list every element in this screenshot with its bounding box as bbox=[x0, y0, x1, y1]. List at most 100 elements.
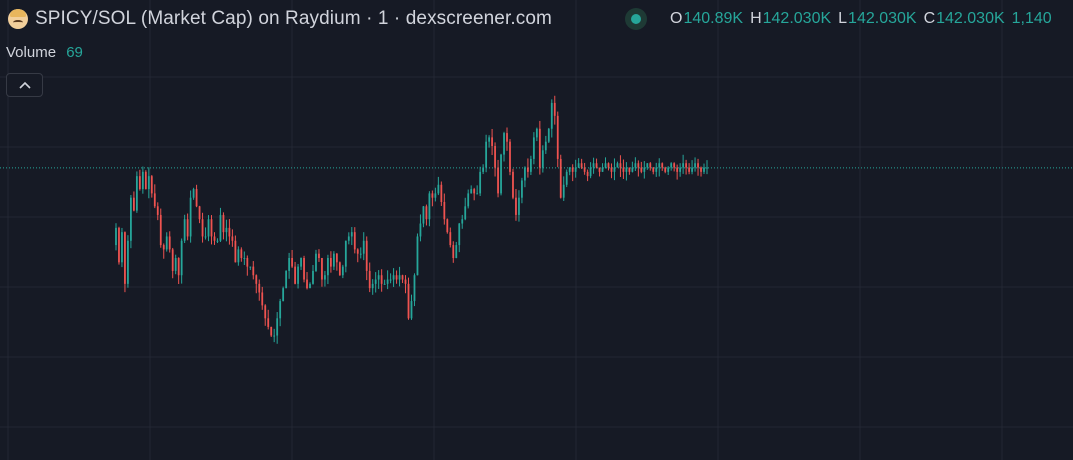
candle-body bbox=[631, 167, 634, 172]
candle-body bbox=[312, 270, 314, 284]
candle-body bbox=[595, 163, 598, 168]
candle-body bbox=[673, 163, 676, 168]
candle-body bbox=[667, 167, 670, 172]
candle-body bbox=[661, 163, 664, 168]
candle-body bbox=[601, 167, 604, 172]
candle-body bbox=[344, 240, 347, 267]
volume-value: 69 bbox=[66, 44, 83, 61]
candle-body bbox=[461, 219, 464, 224]
candle-body bbox=[132, 197, 135, 211]
candle-body bbox=[494, 146, 496, 168]
candle-body bbox=[177, 258, 180, 276]
candle-body bbox=[685, 163, 688, 168]
candle-body bbox=[434, 193, 437, 198]
candle-body bbox=[374, 279, 377, 284]
candle-body bbox=[219, 214, 222, 241]
candle-body bbox=[524, 167, 526, 181]
candle-body bbox=[592, 163, 595, 168]
candle-body bbox=[506, 133, 508, 142]
candle-body bbox=[180, 240, 183, 276]
candle-body bbox=[329, 258, 332, 267]
candle-body bbox=[347, 236, 350, 241]
candle-body bbox=[470, 189, 473, 194]
candle-body bbox=[407, 283, 410, 319]
extra-value: 1,140 bbox=[1011, 10, 1052, 27]
candle-body bbox=[350, 232, 353, 237]
candle-body bbox=[225, 227, 228, 233]
candle-body bbox=[141, 171, 144, 190]
candle-body bbox=[652, 167, 655, 172]
candle-body bbox=[431, 193, 434, 198]
candle-body bbox=[547, 128, 550, 142]
candle-body bbox=[413, 275, 416, 302]
candle-body bbox=[130, 197, 132, 241]
candle-body bbox=[464, 206, 467, 220]
candle-body bbox=[147, 176, 150, 190]
close-value: 142.030K bbox=[936, 10, 1005, 27]
candle-body bbox=[288, 258, 291, 271]
candle-body bbox=[655, 167, 658, 172]
candle-body bbox=[252, 266, 255, 276]
candle-body bbox=[634, 163, 637, 168]
candle-body bbox=[613, 167, 616, 172]
candle-body bbox=[556, 115, 559, 159]
price-chart[interactable] bbox=[0, 0, 1073, 460]
candle-body bbox=[135, 176, 138, 211]
candle-body bbox=[607, 163, 610, 168]
candle-body bbox=[455, 245, 458, 258]
candle-body bbox=[544, 141, 547, 151]
candle-body bbox=[682, 163, 685, 168]
candle-body bbox=[386, 279, 389, 284]
candle-body bbox=[404, 279, 407, 284]
candle-body bbox=[270, 326, 273, 336]
chart-header: SPICY/SOL (Market Cap) on Raydium · 1 · … bbox=[8, 6, 552, 32]
candle-body bbox=[643, 167, 646, 172]
candle-body bbox=[679, 167, 682, 172]
collapse-legend-button[interactable] bbox=[6, 73, 43, 97]
candle-body bbox=[121, 232, 123, 263]
chevron-up-icon bbox=[18, 81, 31, 89]
candle-body bbox=[195, 189, 198, 207]
candle-body bbox=[476, 193, 479, 195]
candle-body bbox=[440, 184, 443, 202]
candle-body bbox=[198, 206, 201, 220]
candle-body bbox=[485, 141, 488, 168]
candle-body bbox=[234, 240, 237, 263]
candle-body bbox=[559, 158, 562, 198]
candle-body bbox=[422, 206, 425, 224]
candle-body bbox=[568, 167, 571, 172]
candle-body bbox=[395, 275, 398, 280]
candle-body bbox=[416, 236, 419, 276]
candle-body bbox=[153, 193, 156, 207]
candle-body bbox=[488, 137, 491, 142]
candle-body bbox=[646, 163, 649, 168]
candle-body bbox=[279, 301, 282, 319]
candle-body bbox=[500, 154, 502, 194]
candle-body bbox=[458, 223, 461, 246]
candle-body bbox=[297, 266, 299, 284]
high-value: 142.030K bbox=[762, 10, 832, 27]
candle-body bbox=[240, 249, 243, 258]
candle-body bbox=[509, 141, 511, 172]
high-label: H bbox=[750, 10, 762, 27]
candle-body bbox=[467, 193, 470, 207]
candle-body bbox=[541, 150, 544, 168]
candle-body bbox=[649, 163, 652, 168]
candle-body bbox=[309, 283, 311, 289]
candle-body bbox=[532, 137, 535, 159]
candle-body bbox=[670, 163, 673, 168]
status-indicator[interactable] bbox=[625, 8, 647, 30]
candle-body bbox=[527, 167, 529, 172]
candle-body bbox=[335, 253, 338, 263]
low-value: 142.030K bbox=[848, 10, 917, 27]
candle-body bbox=[115, 227, 117, 246]
candle-body bbox=[428, 193, 431, 220]
candle-body bbox=[162, 245, 165, 250]
candle-body bbox=[300, 258, 302, 267]
candle-body bbox=[213, 236, 216, 241]
candle-body bbox=[497, 167, 499, 194]
candle-body bbox=[443, 202, 446, 220]
candle-body bbox=[362, 240, 365, 254]
candle-body bbox=[538, 128, 541, 168]
candle-body bbox=[583, 167, 586, 172]
